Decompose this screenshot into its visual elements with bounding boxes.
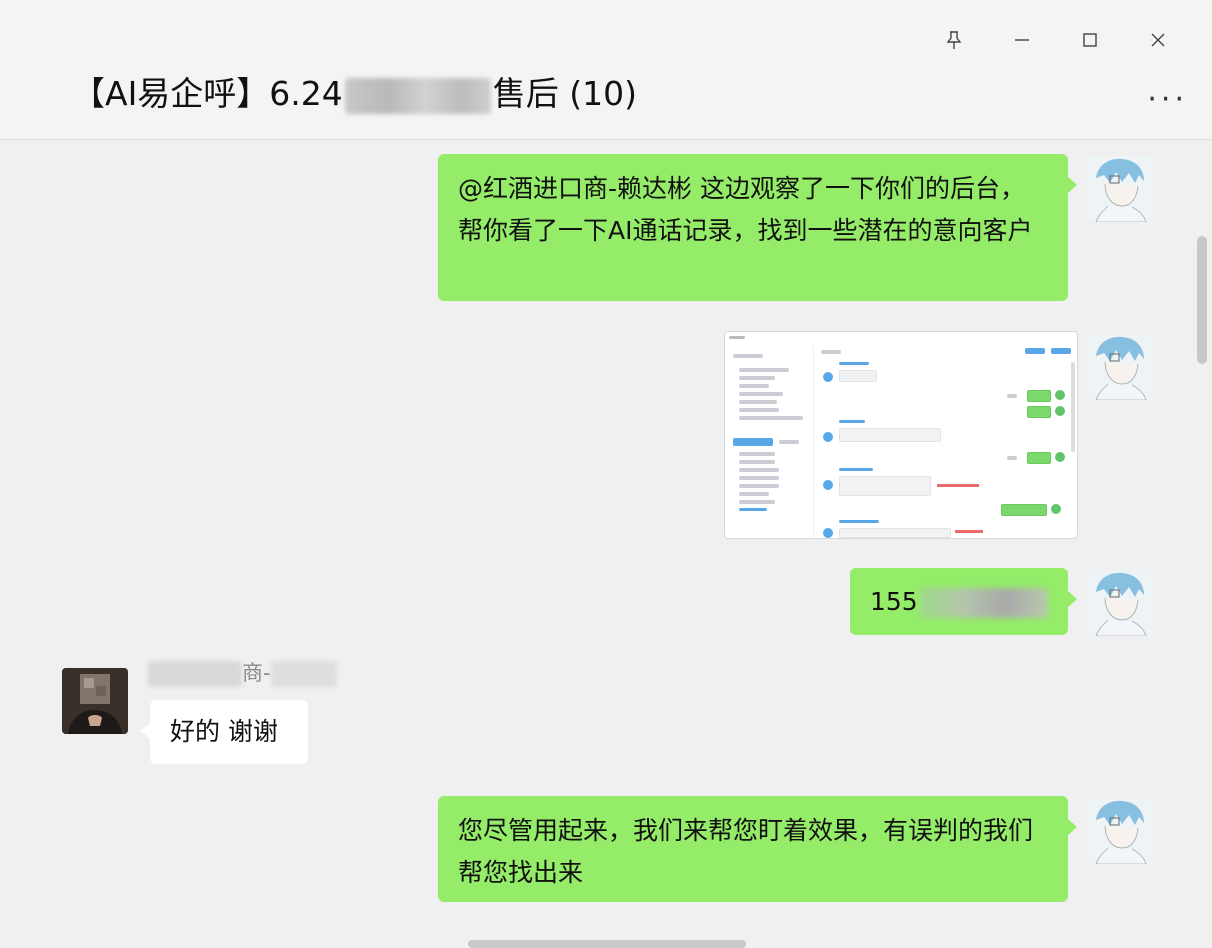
chat-title-prefix: 【AI易企呼】6.24 (72, 74, 343, 113)
message-text: @红酒进口商-赖达彬 这边观察了一下你们的后台，帮你看了一下AI通话记录，找到一… (458, 174, 1033, 245)
avatar-self[interactable] (1088, 156, 1154, 222)
sender-name-visible: 商- (242, 661, 271, 685)
avatar-self[interactable] (1088, 798, 1154, 864)
sender-name: 商- (148, 657, 337, 687)
message-bubble-incoming[interactable]: 好的 谢谢 (141, 700, 308, 764)
window-controls (920, 22, 1192, 58)
chat-title-suffix: 售后 (10) (492, 74, 638, 113)
message-bubble-outgoing[interactable]: @红酒进口商-赖达彬 这边观察了一下你们的后台，帮你看了一下AI通话记录，找到一… (438, 154, 1077, 301)
minimize-icon[interactable] (988, 22, 1056, 58)
message-bubble-outgoing[interactable]: 155 (850, 568, 1077, 635)
message-text: 好的 谢谢 (170, 717, 278, 746)
redacted-phone-number (919, 588, 1048, 618)
chat-title: 【AI易企呼】6.24 售后 (10) (72, 72, 637, 116)
horizontal-scrollbar[interactable] (468, 940, 746, 948)
avatar-contact[interactable] (62, 668, 128, 734)
redacted-title-segment (344, 77, 491, 114)
pin-icon[interactable] (920, 22, 988, 58)
thumbnail-sidebar (725, 346, 814, 538)
maximize-icon[interactable] (1056, 22, 1124, 58)
vertical-scrollbar[interactable] (1197, 236, 1207, 364)
screenshot-thumbnail-image[interactable] (724, 331, 1078, 539)
redacted-sender-part (270, 661, 337, 687)
message-list: @红酒进口商-赖达彬 这边观察了一下你们的后台，帮你看了一下AI通话记录，找到一… (0, 141, 1212, 948)
window-titlebar: 【AI易企呼】6.24 售后 (10) ··· (0, 0, 1212, 140)
message-text: 155 (870, 587, 918, 616)
message-text: 您尽管用起来，我们来帮您盯着效果，有误判的我们帮您找出来 (458, 816, 1034, 887)
avatar-self[interactable] (1088, 570, 1154, 636)
more-options-button[interactable]: ··· (1147, 85, 1188, 115)
message-bubble-outgoing[interactable]: 您尽管用起来，我们来帮您盯着效果，有误判的我们帮您找出来 (438, 796, 1077, 902)
avatar-self[interactable] (1088, 334, 1154, 400)
close-icon[interactable] (1124, 22, 1192, 58)
redacted-sender-part (148, 661, 242, 687)
